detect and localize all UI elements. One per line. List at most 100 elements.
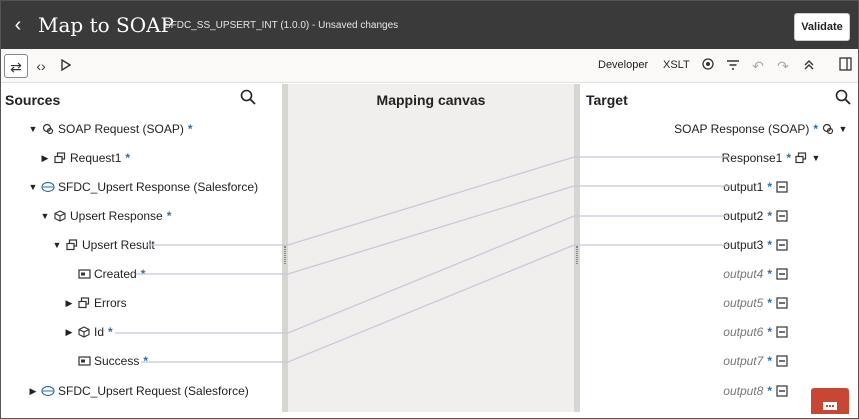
required-marker: * [767,267,772,281]
grip-handle[interactable] [284,246,286,264]
target-panel: Target SOAP Response (SOAP) * ▼ Response… [580,84,858,412]
field-icon [775,267,789,281]
target-label: output3 [723,238,764,252]
field-icon [775,384,789,398]
target-label: output1 [723,180,764,194]
cube-icon [53,209,67,223]
caret-down-icon[interactable]: ▼ [811,149,821,167]
complex-type-icon [77,296,91,310]
complex-type-icon [794,151,808,165]
salesforce-icon [41,384,55,398]
cube-icon [77,325,91,339]
grip-handle[interactable] [576,246,578,264]
caret-down-icon[interactable]: ▼ [28,178,38,196]
complex-type-icon [53,151,67,165]
search-icon[interactable] [834,88,854,108]
validate-button[interactable]: Validate [794,13,850,41]
caret-down-icon[interactable]: ▼ [52,236,62,254]
eye-icon[interactable] [696,54,720,78]
caret-down-icon[interactable]: ▼ [838,120,848,138]
sources-title: Sources [5,92,61,108]
required-marker: * [767,354,772,368]
source-label: Upsert Result [82,238,155,252]
canvas-title: Mapping canvas [376,92,486,108]
chevron-left-icon: ‹ [14,14,22,36]
code-icon[interactable]: ‹› [29,54,53,78]
mapping-canvas[interactable]: Mapping canvas [288,84,574,412]
required-marker: * [143,354,149,368]
target-node-soap-response[interactable]: SOAP Response (SOAP) * ▼ [674,120,848,138]
caret-right-icon[interactable]: ▶ [28,382,38,400]
field-icon [77,354,91,368]
target-label: output5 [723,296,764,310]
target-label: output4 [723,267,764,281]
soap-icon [821,122,835,136]
target-node-output8[interactable]: output8 * [723,382,792,400]
redo-icon[interactable]: ↷ [771,54,795,78]
target-node-output7[interactable]: output7 * [723,352,792,370]
source-label: SOAP Request (SOAP) [58,122,184,136]
source-node-upsert-response[interactable]: ▼ Upsert Response * [40,207,172,225]
undo-icon[interactable]: ↶ [746,54,770,78]
source-node-upsert-result[interactable]: ▼ Upsert Result [52,236,155,254]
source-node-request1[interactable]: ▶ Request1 * [40,149,131,167]
caret-down-icon[interactable]: ▼ [28,120,38,138]
target-node-output6[interactable]: output6 * [723,323,792,341]
caret-right-icon[interactable]: ▶ [64,323,74,341]
required-marker: * [767,180,772,194]
source-node-created[interactable]: Created * [74,265,145,283]
target-node-output1[interactable]: output1 * [723,178,792,196]
search-icon[interactable] [239,88,259,108]
xslt-button[interactable]: XSLT [663,59,690,71]
caret-right-icon[interactable]: ▶ [40,149,50,167]
target-node-output3[interactable]: output3 * [723,236,792,254]
source-node-success[interactable]: Success * [74,352,148,370]
salesforce-icon [41,180,55,194]
field-icon [775,238,789,252]
back-button[interactable]: ‹ [7,11,29,39]
target-node-output5[interactable]: output5 * [723,294,792,312]
field-icon [77,267,91,281]
required-marker: * [140,267,146,281]
required-marker: * [767,209,772,223]
source-label: Success [94,354,140,368]
sources-panel: Sources ▼ SOAP Request (SOAP) * ▶ Reques… [1,84,282,412]
field-icon [775,296,789,310]
target-label: output7 [723,354,764,368]
caret-down-icon[interactable]: ▼ [40,207,50,225]
collapse-icon[interactable] [797,54,821,78]
required-marker: * [786,151,791,165]
target-label: output8 [723,384,764,398]
source-label: Created [94,267,137,281]
source-node-sfdc-upsert-request[interactable]: ▶ SFDC_Upsert Request (Salesforce) [28,382,249,400]
source-node-errors[interactable]: ▶ Errors [64,294,127,312]
source-node-sfdc-upsert-response[interactable]: ▼ SFDC_Upsert Response (Salesforce) [28,178,259,196]
toolbar: ⇄ ‹› Developer XSLT ↶ ↷ [1,49,858,83]
target-node-output4[interactable]: output4 * [723,265,792,283]
source-node-id[interactable]: ▶ Id * [64,323,113,341]
chat-button[interactable] [811,388,849,414]
field-icon [775,354,789,368]
source-label: SFDC_Upsert Response (Salesforce) [58,180,259,194]
required-marker: * [767,296,772,310]
required-marker: * [767,238,772,252]
target-node-output2[interactable]: output2 * [723,207,792,225]
target-title: Target [586,92,628,108]
caret-right-icon[interactable]: ▶ [64,294,74,312]
developer-mode-button[interactable]: Developer [598,59,648,71]
field-icon [775,180,789,194]
target-node-response1[interactable]: Response1 * ▼ [722,149,821,167]
source-node-soap-request[interactable]: ▼ SOAP Request (SOAP) * [28,120,193,138]
swap-icon[interactable]: ⇄ [4,54,28,78]
play-icon[interactable] [54,54,78,78]
required-marker: * [767,384,772,398]
target-label: output6 [723,325,764,339]
target-label: SOAP Response (SOAP) [674,122,810,136]
complex-type-icon [65,238,79,252]
required-marker: * [767,325,772,339]
field-icon [775,325,789,339]
panel-toggle-icon[interactable] [833,54,857,78]
source-label: Errors [94,296,127,310]
field-icon [775,209,789,223]
filter-icon[interactable] [721,54,745,78]
